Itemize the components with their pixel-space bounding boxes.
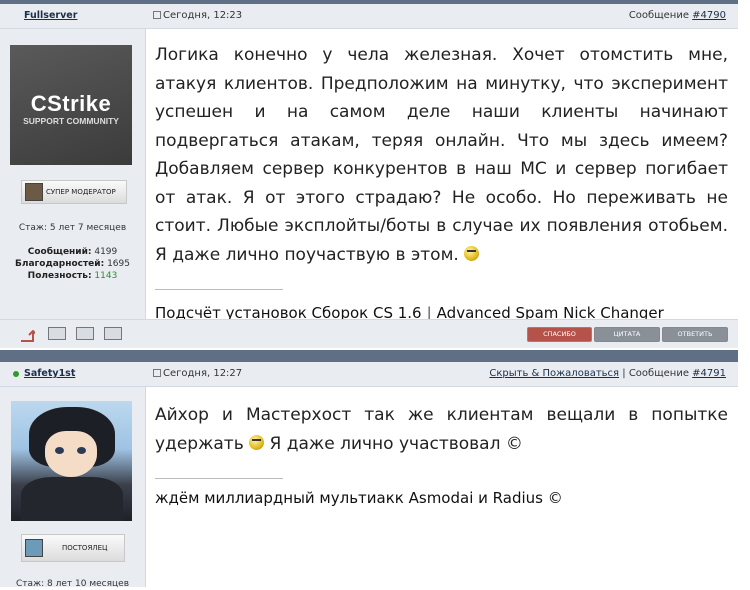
user-sidebar: ПОСТОЯЛЕЦ Стаж: 8 лет 10 месяцев — [0, 387, 146, 590]
avatar-face — [45, 431, 97, 477]
message-label: Сообщение — [628, 368, 689, 379]
tenure: Стаж: 8 лет 10 месяцев — [16, 579, 129, 589]
usefulness-value: 1143 — [94, 271, 118, 281]
signature: ждём миллиардный мультиакк Asmodai и Rad… — [155, 489, 563, 507]
report-link[interactable]: Скрыть & Пожаловаться — [489, 368, 619, 379]
username-link[interactable]: Fullserver — [24, 10, 77, 21]
rank-label: ПОСТОЯЛЕЦ — [62, 544, 108, 552]
rank-badge: СУПЕР МОДЕРАТОР — [21, 180, 127, 204]
avatar-logo-subtitle: SUPPORT COMMUNITY — [23, 116, 119, 126]
user-stats: Стаж: 8 лет 10 месяцев — [0, 578, 145, 590]
post-date-text: Сегодня, 12:23 — [163, 10, 243, 21]
rank-icon — [25, 539, 43, 557]
tenure: Стаж: 5 лет 7 месяцев — [18, 223, 127, 233]
thanks-value: 1695 — [107, 259, 130, 269]
avatar-logo-title: CStrike — [30, 91, 112, 116]
post-header: Fullserver Сегодня, 12:23 Сообщение #479… — [0, 4, 738, 29]
post-actions: Скрыть & Пожаловаться | Сообщение #4791 — [489, 368, 726, 379]
post-number-link[interactable]: #4790 — [692, 10, 726, 21]
post-4790: Fullserver Сегодня, 12:23 Сообщение #479… — [0, 0, 738, 350]
report-icon[interactable] — [48, 327, 66, 340]
post-message: Логика конечно у чела железная. Хочет от… — [155, 41, 728, 269]
rank-badge: ПОСТОЯЛЕЦ — [21, 534, 125, 562]
messages-count: Сообщений: 4199 — [0, 246, 145, 258]
post-icon — [153, 11, 161, 19]
mail-icon[interactable] — [104, 327, 122, 340]
thanks-button[interactable]: СПАСИБО — [527, 327, 592, 342]
post-text-after: Я даже лично участвовал © — [269, 433, 523, 454]
usefulness-label: Полезность: — [27, 271, 92, 281]
avatar-eye — [77, 447, 86, 454]
post-body: CStrike SUPPORT COMMUNITY СУПЕР МОДЕРАТО… — [0, 29, 738, 322]
post-header: Safety1st Сегодня, 12:27 Скрыть & Пожало… — [0, 362, 738, 387]
smile-icon — [249, 434, 265, 450]
post-date-text: Сегодня, 12:27 — [163, 368, 243, 379]
post-content: Логика конечно у чела железная. Хочет от… — [155, 41, 728, 322]
rank-icon — [25, 183, 43, 201]
username-link[interactable]: Safety1st — [24, 368, 75, 379]
online-status-icon — [13, 371, 19, 377]
post-body: ПОСТОЯЛЕЦ Стаж: 8 лет 10 месяцев Айхор и… — [0, 387, 738, 590]
post-date: Сегодня, 12:23 — [153, 10, 242, 21]
quote-icon[interactable] — [76, 327, 94, 340]
messages-value: 4199 — [94, 247, 118, 257]
post-4791: Safety1st Сегодня, 12:27 Скрыть & Пожало… — [0, 350, 738, 590]
post-icon — [153, 369, 161, 377]
signature-divider — [155, 289, 283, 290]
avatar[interactable] — [11, 401, 132, 521]
avatar-coat — [21, 477, 123, 521]
post-toolbar: СПАСИБО ЦИТАТА ОТВЕТИТЬ — [0, 319, 738, 348]
thanks-label: Благодарностей: — [15, 259, 105, 269]
post-top-bar — [0, 350, 738, 362]
avatar-eye — [55, 447, 64, 454]
quote-button[interactable]: ЦИТАТА — [594, 327, 660, 342]
messages-label: Сообщений: — [27, 247, 92, 257]
post-number-link[interactable]: #4791 — [692, 368, 726, 379]
usefulness-count: Полезность: 1143 — [0, 270, 145, 282]
header-separator: | — [622, 368, 626, 379]
signature-divider — [155, 478, 283, 479]
user-sidebar: CStrike SUPPORT COMMUNITY СУПЕР МОДЕРАТО… — [0, 29, 146, 319]
post-content: Айхор и Мастерхост так же клиентам вещал… — [155, 401, 728, 507]
reply-button[interactable]: ОТВЕТИТЬ — [662, 327, 728, 342]
post-message: Айхор и Мастерхост так же клиентам вещал… — [155, 401, 728, 458]
post-text: Логика конечно у чела железная. Хочет от… — [155, 45, 728, 265]
rank-label: СУПЕР МОДЕРАТОР — [46, 188, 116, 196]
reply-arrow-icon[interactable] — [19, 327, 38, 342]
user-stats: Стаж: 5 лет 7 месяцев Сообщений: 4199 Бл… — [0, 222, 145, 282]
post-number: Сообщение #4790 — [629, 10, 726, 21]
post-date: Сегодня, 12:27 — [153, 368, 242, 379]
avatar[interactable]: CStrike SUPPORT COMMUNITY — [10, 45, 132, 165]
smile-icon — [464, 245, 480, 261]
message-label: Сообщение — [628, 10, 689, 21]
thanks-count: Благодарностей: 1695 — [0, 258, 145, 270]
